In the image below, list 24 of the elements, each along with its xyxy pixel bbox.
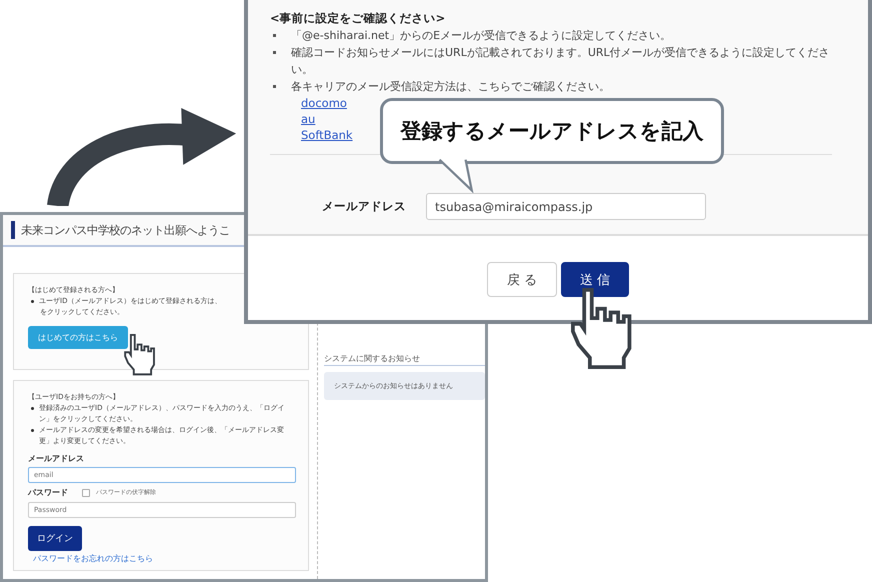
notice-heading: システムに関するお知らせ — [324, 353, 485, 366]
bullet-icon — [273, 34, 276, 37]
bullet-icon — [31, 407, 34, 410]
back-button[interactable]: 戻 る — [487, 262, 557, 297]
field-label: メールアドレス — [28, 453, 85, 464]
bullet-icon — [31, 300, 34, 303]
carrier-link[interactable]: au — [301, 111, 316, 127]
bullet-icon — [31, 429, 34, 432]
field-label: パスワード — [28, 487, 68, 498]
checkbox[interactable] — [82, 488, 90, 496]
login-button[interactable]: ログイン — [28, 526, 82, 551]
page-title: 未来コンパス中学校のネット出願へようこ — [21, 222, 230, 238]
callout-text: 登録するメールアドレスを記入 — [400, 118, 704, 145]
field-label: メールアドレス — [322, 199, 407, 214]
instruction-text: 確認コードお知らせメールにはURLが記載されております。URL付メールが受信できるように設定してください。 — [291, 45, 831, 78]
instruction-text: 各キャリアのメール受信設定方法は、こちらでご確認ください。 — [291, 79, 610, 95]
bullet-icon — [273, 85, 276, 88]
instruction-text: 「@e-shiharai.net」からのEメールが受信できるように設定してください。 — [291, 28, 672, 44]
carrier-link[interactable]: SoftBank — [301, 127, 353, 143]
carrier-link[interactable]: docomo — [301, 95, 347, 111]
notice-heading: <事前に設定をご確認ください> — [270, 10, 446, 27]
forgot-password-link[interactable]: パスワードをお忘れの方はこちら — [33, 553, 296, 564]
submit-button[interactable]: 送 信 — [561, 262, 629, 297]
bullet-icon — [273, 51, 276, 54]
